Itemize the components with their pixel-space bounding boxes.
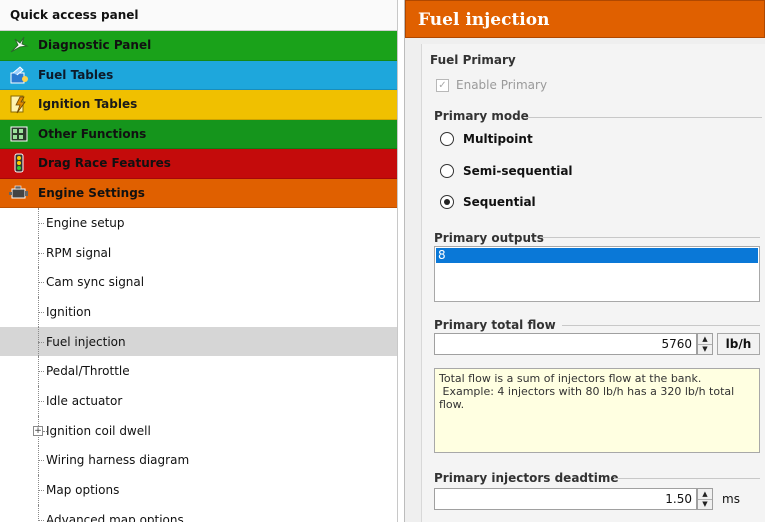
tree-item-label: Fuel injection [46,334,126,349]
category-other-functions[interactable]: Other Functions [0,119,397,149]
enable-primary-row[interactable]: ✓ Enable Primary [436,78,547,92]
tree-branch [38,519,44,521]
category-fuel-tables[interactable]: Fuel Tables [0,60,397,90]
tree-item-label: Idle actuator [46,393,123,408]
category-label: Ignition Tables [38,97,138,112]
diagnostic-icon [6,32,32,58]
radio-sequential[interactable]: Sequential [440,195,536,209]
tree-item-label: RPM signal [46,245,112,260]
tree-branch [38,490,44,492]
ignition-tables-icon [6,91,32,117]
tree-item-idle-actuator[interactable]: Idle actuator [0,386,397,416]
tree-item-label: Engine setup [46,215,125,230]
tree-item-rpm-signal[interactable]: RPM signal [0,237,397,268]
primary-outputs-divider [540,237,760,238]
category-label: Other Functions [38,126,147,141]
category-diagnostic-panel[interactable]: Diagnostic Panel [0,31,397,61]
check-icon: ✓ [438,79,447,91]
radio-selected-dot [444,199,450,205]
primary-total-flow-divider [562,325,760,326]
tree-item-label: Wiring harness diagram [46,453,190,468]
category-ignition-tables[interactable]: Ignition Tables [0,90,397,120]
tree-item-label: Ignition [46,304,92,319]
tree-branch [38,282,44,284]
stepper-down-icon[interactable]: ▼ [698,500,712,510]
quick-access-title: Quick access panel [0,0,397,31]
radio-multipoint[interactable]: Multipoint [440,132,533,146]
tree-branch [38,371,44,373]
deadtime-stepper[interactable]: ▲ ▼ [697,488,713,510]
tree-branch [38,222,44,224]
tree-item-pedal-throttle[interactable]: Pedal/Throttle [0,356,397,387]
total-flow-input[interactable]: 5760 [434,333,697,355]
panel-body: Fuel Primary ✓ Enable Primary Primary mo… [421,44,765,522]
quick-access-panel: Quick access panel Diagnostic Panel Fuel … [0,0,398,522]
deadtime-unit: ms [722,492,740,506]
tree-branch [38,341,44,343]
tree-branch [38,460,44,462]
primary-mode-title: Primary mode [434,109,529,123]
radio-button[interactable] [440,195,454,209]
tree-item-wiring-harness-diagram[interactable]: Wiring harness diagram [0,445,397,476]
total-flow-info: Total flow is a sum of injectors flow at… [434,368,760,453]
other-functions-icon [6,121,32,147]
tree-branch [43,430,47,432]
expand-icon[interactable]: + [33,425,43,436]
radio-button[interactable] [440,164,454,178]
category-drag-race-features[interactable]: Drag Race Features [0,149,397,179]
tree-item-advanced-map-options[interactable]: Advanced map options [0,504,397,522]
tree-item-label: Advanced map options [46,512,184,522]
drag-race-icon [6,150,32,176]
deadtime-input[interactable]: 1.50 [434,488,697,510]
primary-mode-divider [526,117,762,118]
primary-outputs-list[interactable]: 8 [434,246,760,302]
category-engine-settings[interactable]: Engine Settings [0,178,397,208]
radio-semi-sequential[interactable]: Semi-sequential [440,164,573,178]
category-label: Engine Settings [38,185,145,200]
category-label: Diagnostic Panel [38,38,152,53]
tree-item-ignition-coil-dwell[interactable]: + Ignition coil dwell [0,415,397,446]
tree-branch [38,311,44,313]
tree-item-label: Cam sync signal [46,275,145,290]
engine-icon [6,180,32,206]
primary-outputs-title: Primary outputs [434,231,544,245]
stepper-up-icon[interactable]: ▲ [698,489,712,500]
tree-item-label: Pedal/Throttle [46,364,130,379]
total-flow-stepper[interactable]: ▲ ▼ [697,333,713,355]
enable-primary-label: Enable Primary [456,78,548,92]
panel-title: Fuel injection [405,0,765,38]
stepper-down-icon[interactable]: ▼ [698,345,712,355]
primary-output-item[interactable]: 8 [436,248,758,263]
tree-item-fuel-injection[interactable]: Fuel injection [0,326,397,357]
radio-label: Sequential [463,195,536,209]
enable-primary-checkbox[interactable]: ✓ [436,78,449,92]
radio-label: Multipoint [463,132,533,146]
radio-label: Semi-sequential [463,164,573,178]
category-label: Fuel Tables [38,67,114,82]
deadtime-divider [614,478,760,479]
fuel-tables-icon [6,62,32,88]
category-label: Drag Race Features [38,156,171,171]
flow-unit-button[interactable]: lb/h [717,333,760,355]
tree-branch [38,400,44,402]
tree-item-engine-setup[interactable]: Engine setup [0,208,397,238]
fuel-primary-title: Fuel Primary [430,53,516,67]
deadtime-title: Primary injectors deadtime [434,471,619,485]
tree-item-label: Ignition coil dwell [46,423,151,438]
tree-branch [38,252,44,254]
fuel-injection-panel: Fuel injection Fuel Primary ✓ Enable Pri… [404,0,765,522]
tree-item-label: Map options [46,483,120,498]
primary-total-flow-title: Primary total flow [434,318,556,332]
stepper-up-icon[interactable]: ▲ [698,334,712,345]
radio-button[interactable] [440,132,454,146]
tree-item-cam-sync-signal[interactable]: Cam sync signal [0,267,397,298]
tree-item-ignition[interactable]: Ignition [0,297,397,327]
tree-item-map-options[interactable]: Map options [0,475,397,505]
